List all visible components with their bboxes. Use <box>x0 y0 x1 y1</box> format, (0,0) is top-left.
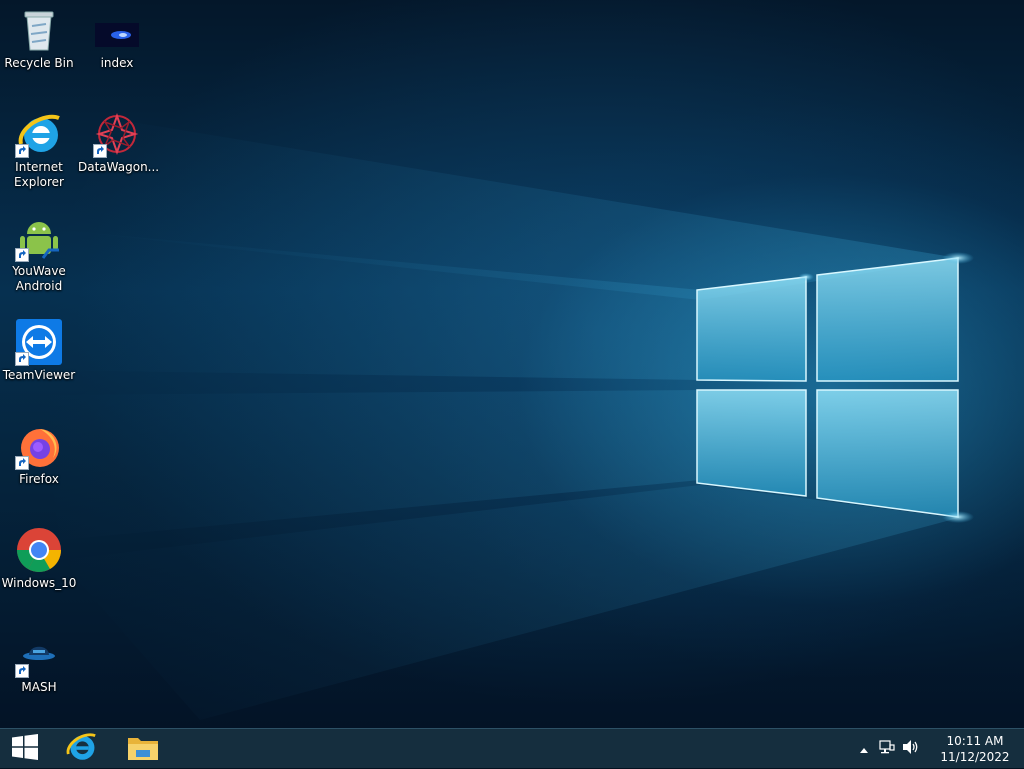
datawagon-icon <box>93 110 141 158</box>
desktop-icon-label: MASH <box>21 680 57 694</box>
folder-icon <box>126 732 160 766</box>
volume-icon <box>902 739 920 759</box>
internet-explorer-icon <box>64 730 98 768</box>
volume-button[interactable] <box>900 729 922 769</box>
mash-icon <box>15 630 63 678</box>
desktop-icon-internet-explorer[interactable]: Internet Explorer <box>0 110 78 190</box>
windows-logo-icon <box>12 734 38 764</box>
internet-explorer-icon <box>15 110 63 158</box>
shortcut-arrow-icon <box>15 456 29 470</box>
clock-time: 10:11 AM <box>946 734 1004 748</box>
network-button[interactable] <box>876 729 898 769</box>
desktop-icon-mash[interactable]: MASH <box>0 630 78 695</box>
index-file-icon <box>93 18 141 54</box>
recycle-bin-icon <box>15 6 63 54</box>
desktop-icon-recycle-bin[interactable]: Recycle Bin <box>0 6 78 71</box>
taskbar: 10:11 AM 11/12/2022 <box>0 728 1024 768</box>
android-icon <box>15 214 63 262</box>
shortcut-arrow-icon <box>15 664 29 678</box>
desktop-icon-label: Internet Explorer <box>14 160 64 189</box>
desktop-icon-label: Windows_10 <box>1 576 77 590</box>
desktop-icon-firefox[interactable]: Firefox <box>0 422 78 487</box>
desktop-icon-label: YouWave Android <box>12 264 66 293</box>
desktop-icon-index[interactable]: index <box>78 18 156 71</box>
teamviewer-icon <box>15 318 63 366</box>
desktop-icon-label: Firefox <box>19 472 59 486</box>
chevron-up-icon <box>859 740 869 759</box>
chrome-icon <box>15 526 63 574</box>
shortcut-arrow-icon <box>15 144 29 158</box>
network-icon <box>879 739 895 759</box>
desktop-icon-teamviewer[interactable]: TeamViewer <box>0 318 78 383</box>
desktop-icon-windows-10[interactable]: Windows_10 <box>0 526 78 591</box>
desktop-icon-label: index <box>100 56 134 70</box>
desktop-icon-datawagon[interactable]: DataWagon... <box>78 110 160 175</box>
firefox-icon <box>15 422 63 470</box>
taskbar-file-explorer-button[interactable] <box>118 729 168 769</box>
desktop-icon-label: Recycle Bin <box>4 56 74 70</box>
shortcut-arrow-icon <box>93 144 107 158</box>
system-tray: 10:11 AM 11/12/2022 <box>854 729 1024 769</box>
start-button[interactable] <box>0 729 50 769</box>
clock-date: 11/12/2022 <box>940 750 1010 764</box>
shortcut-arrow-icon <box>15 352 29 366</box>
clock[interactable]: 10:11 AM 11/12/2022 <box>940 733 1010 765</box>
desktop-icon-label: TeamViewer <box>2 368 76 382</box>
taskbar-internet-explorer-button[interactable] <box>56 729 106 769</box>
show-hidden-icons-button[interactable] <box>854 729 874 769</box>
shortcut-arrow-icon <box>15 248 29 262</box>
desktop-icon-youwave-android[interactable]: YouWave Android <box>0 214 78 294</box>
desktop-icon-label: DataWagon... <box>78 160 160 174</box>
